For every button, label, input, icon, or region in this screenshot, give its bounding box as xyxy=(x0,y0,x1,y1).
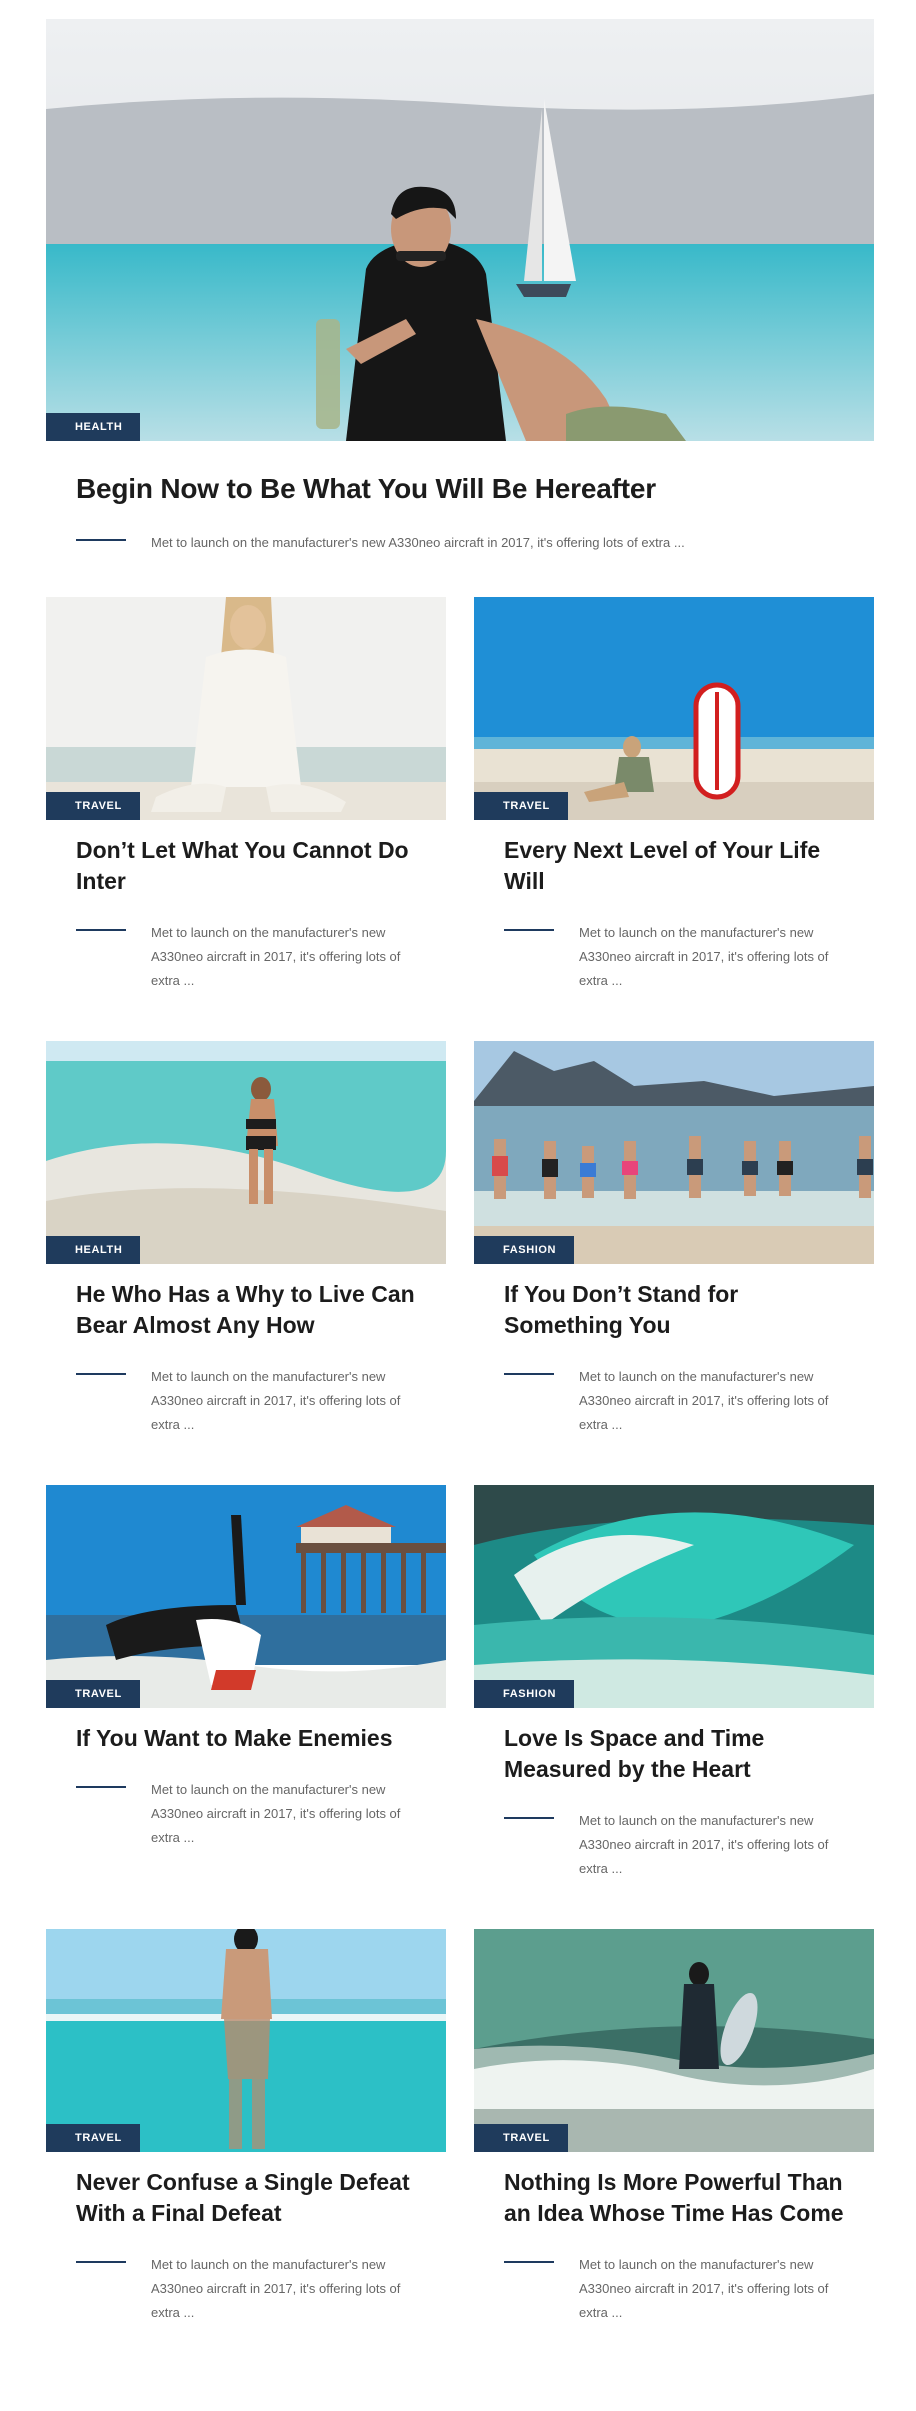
post-excerpt: Met to launch on the manufacturer's new … xyxy=(151,1369,401,1432)
post-title[interactable]: If You Want to Make Enemies xyxy=(76,1723,416,1754)
excerpt-divider xyxy=(76,1786,126,1788)
post-image-link[interactable]: TRAVEL xyxy=(474,597,874,820)
featured-post: HEALTH Begin Now to Be What You Will Be … xyxy=(46,19,874,566)
post-title[interactable]: If You Don’t Stand for Something You xyxy=(504,1279,844,1341)
post-excerpt: Met to launch on the manufacturer's new … xyxy=(151,925,401,988)
excerpt-divider xyxy=(76,2261,126,2263)
excerpt-divider xyxy=(504,929,554,931)
post-card: TRAVEL Every Next Level of Your Life Wil… xyxy=(474,597,874,1041)
post-image xyxy=(474,1041,874,1264)
post-image-link[interactable]: TRAVEL xyxy=(474,1929,874,2152)
post-card: TRAVEL Never Confuse a Single Defeat Wit… xyxy=(46,1929,446,2373)
post-image xyxy=(46,1929,446,2152)
category-badge[interactable]: TRAVEL xyxy=(46,1680,140,1708)
category-badge[interactable]: TRAVEL xyxy=(474,2124,568,2152)
post-image-link[interactable]: FASHION xyxy=(474,1041,874,1264)
category-badge[interactable]: FASHION xyxy=(474,1236,575,1264)
post-title[interactable]: He Who Has a Why to Live Can Bear Almost… xyxy=(76,1279,416,1341)
excerpt-row: Met to launch on the manufacturer's new … xyxy=(76,2253,416,2325)
post-image xyxy=(474,597,874,820)
page: { "featured": { "category": "HEALTH", "t… xyxy=(0,0,916,2411)
post-card: TRAVEL Nothing Is More Powerful Than an … xyxy=(474,1929,874,2373)
post-excerpt: Met to launch on the manufacturer's new … xyxy=(151,2257,401,2320)
post-body: If You Don’t Stand for Something You Met… xyxy=(474,1264,874,1437)
excerpt-row: Met to launch on the manufacturer's new … xyxy=(504,1365,844,1437)
excerpt-divider xyxy=(504,2261,554,2263)
post-card: FASHION If You Don’t Stand for Something… xyxy=(474,1041,874,1485)
post-body: Nothing Is More Powerful Than an Idea Wh… xyxy=(474,2152,874,2325)
post-grid: TRAVEL Don’t Let What You Cannot Do Inte… xyxy=(46,597,874,2373)
post-title[interactable]: Begin Now to Be What You Will Be Hereaft… xyxy=(76,471,844,507)
post-image-link[interactable]: TRAVEL xyxy=(46,1485,446,1708)
post-image xyxy=(474,1929,874,2152)
excerpt-row: Met to launch on the manufacturer's new … xyxy=(76,1365,416,1437)
category-badge[interactable]: HEALTH xyxy=(46,1236,141,1264)
post-card: FASHION Love Is Space and Time Measured … xyxy=(474,1485,874,1929)
blog-post-list: HEALTH Begin Now to Be What You Will Be … xyxy=(46,19,874,2373)
post-excerpt: Met to launch on the manufacturer's new … xyxy=(579,925,829,988)
featured-image-link[interactable]: HEALTH xyxy=(46,19,874,441)
post-image xyxy=(46,1485,446,1708)
post-body: Don’t Let What You Cannot Do Inter Met t… xyxy=(46,820,446,993)
category-badge[interactable]: TRAVEL xyxy=(46,792,140,820)
excerpt-row: Met to launch on the manufacturer's new … xyxy=(504,1809,844,1881)
post-card: TRAVEL If You Want to Make Enemies Met t… xyxy=(46,1485,446,1929)
category-badge[interactable]: FASHION xyxy=(474,1680,575,1708)
category-badge[interactable]: TRAVEL xyxy=(474,792,568,820)
excerpt-divider xyxy=(504,1817,554,1819)
post-card: HEALTH He Who Has a Why to Live Can Bear… xyxy=(46,1041,446,1485)
post-title[interactable]: Don’t Let What You Cannot Do Inter xyxy=(76,835,416,897)
post-excerpt: Met to launch on the manufacturer's new … xyxy=(579,2257,829,2320)
excerpt-divider xyxy=(76,539,126,541)
excerpt-divider xyxy=(76,929,126,931)
excerpt-row: Met to launch on the manufacturer's new … xyxy=(76,921,416,993)
post-image-link[interactable]: FASHION xyxy=(474,1485,874,1708)
category-badge[interactable]: TRAVEL xyxy=(46,2124,140,2152)
post-title[interactable]: Nothing Is More Powerful Than an Idea Wh… xyxy=(504,2167,844,2229)
post-title[interactable]: Love Is Space and Time Measured by the H… xyxy=(504,1723,844,1785)
post-excerpt: Met to launch on the manufacturer's new … xyxy=(151,1782,401,1845)
post-image-link[interactable]: HEALTH xyxy=(46,1041,446,1264)
post-card: TRAVEL Don’t Let What You Cannot Do Inte… xyxy=(46,597,446,1041)
post-title[interactable]: Every Next Level of Your Life Will xyxy=(504,835,844,897)
excerpt-row: Met to launch on the manufacturer's new … xyxy=(76,531,844,555)
post-image xyxy=(46,1041,446,1264)
post-body: If You Want to Make Enemies Met to launc… xyxy=(46,1708,446,1850)
post-title[interactable]: Never Confuse a Single Defeat With a Fin… xyxy=(76,2167,416,2229)
post-image xyxy=(46,597,446,820)
excerpt-divider xyxy=(76,1373,126,1375)
post-excerpt: Met to launch on the manufacturer's new … xyxy=(151,535,685,550)
post-body: He Who Has a Why to Live Can Bear Almost… xyxy=(46,1264,446,1437)
post-image xyxy=(474,1485,874,1708)
post-body: Every Next Level of Your Life Will Met t… xyxy=(474,820,874,993)
category-badge[interactable]: HEALTH xyxy=(46,413,141,441)
excerpt-row: Met to launch on the manufacturer's new … xyxy=(504,2253,844,2325)
post-excerpt: Met to launch on the manufacturer's new … xyxy=(579,1369,829,1432)
post-image-link[interactable]: TRAVEL xyxy=(46,597,446,820)
featured-image xyxy=(46,19,874,441)
excerpt-row: Met to launch on the manufacturer's new … xyxy=(504,921,844,993)
post-body: Never Confuse a Single Defeat With a Fin… xyxy=(46,2152,446,2325)
post-body: Love Is Space and Time Measured by the H… xyxy=(474,1708,874,1881)
excerpt-row: Met to launch on the manufacturer's new … xyxy=(76,1778,416,1850)
featured-post-body: Begin Now to Be What You Will Be Hereaft… xyxy=(46,441,874,566)
excerpt-divider xyxy=(504,1373,554,1375)
post-excerpt: Met to launch on the manufacturer's new … xyxy=(579,1813,829,1876)
post-image-link[interactable]: TRAVEL xyxy=(46,1929,446,2152)
